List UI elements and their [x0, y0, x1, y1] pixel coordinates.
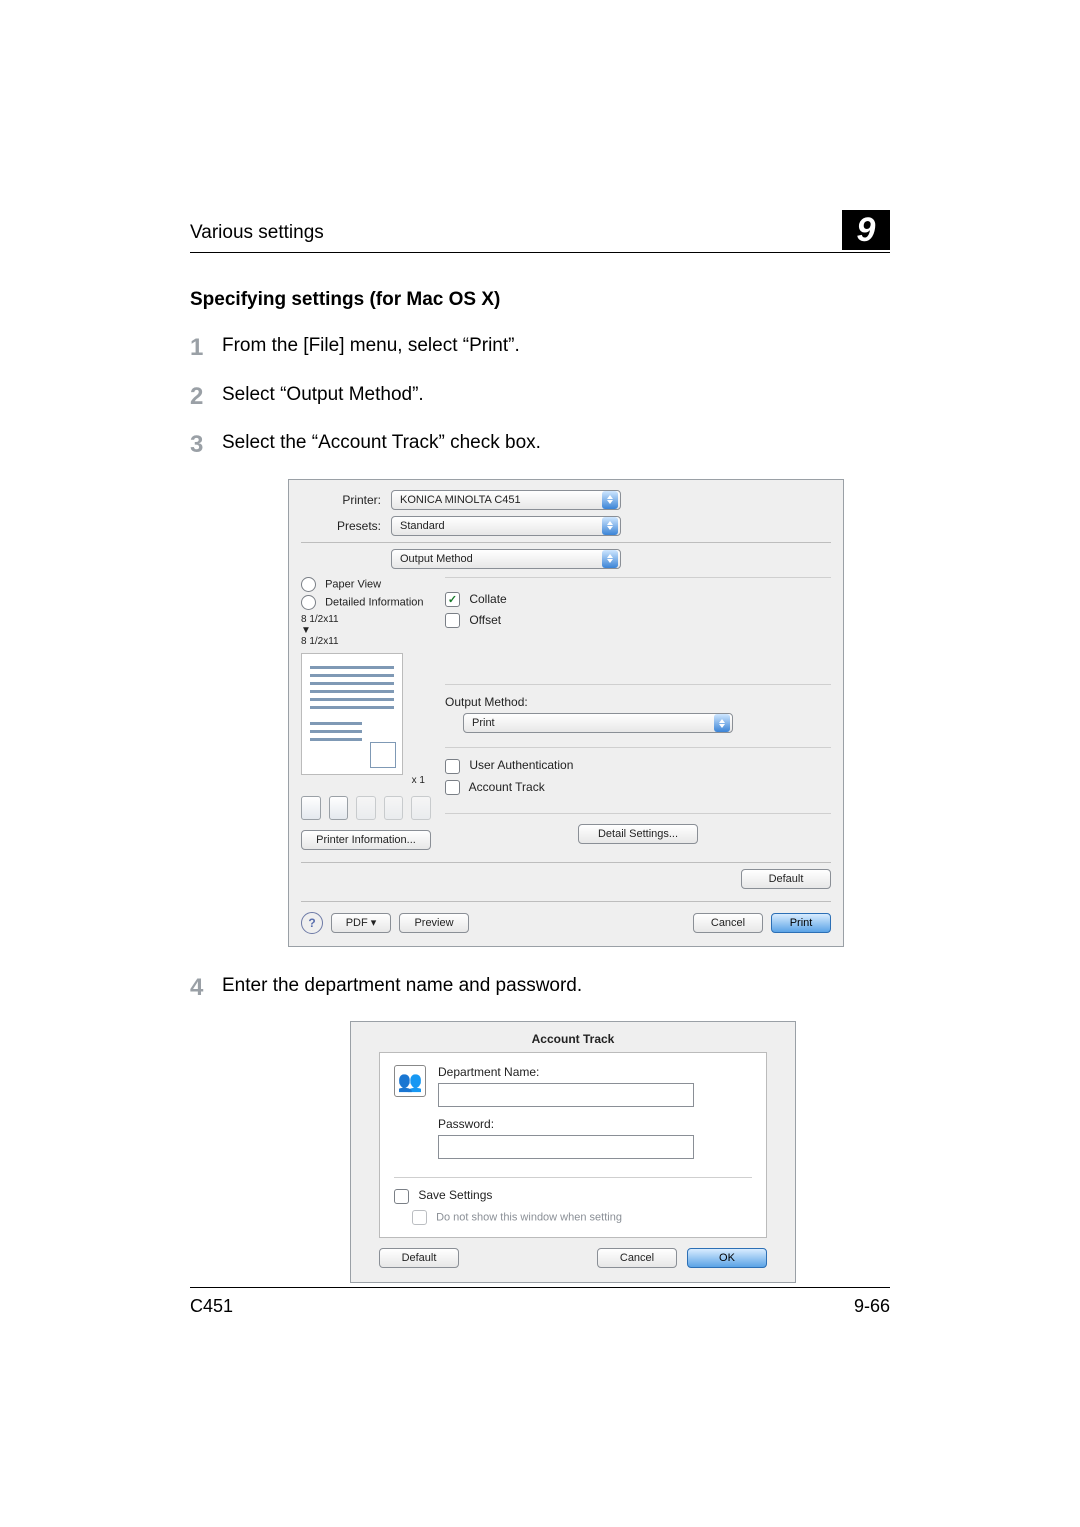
cancel-button[interactable]: Cancel: [597, 1248, 677, 1268]
copies-count: x 1: [301, 775, 431, 786]
chevron-updown-icon: [602, 550, 618, 568]
paper-dim: 8 1/2x11: [301, 614, 431, 625]
user-authentication-label: User Authentication: [469, 758, 573, 772]
default-button[interactable]: Default: [741, 869, 831, 889]
output-icon: [384, 796, 404, 820]
step-item: Select “Output Method”.: [190, 382, 890, 409]
chevron-updown-icon: [714, 714, 730, 732]
pdf-menu-button[interactable]: PDF ▾: [331, 913, 391, 933]
print-button[interactable]: Print: [771, 913, 831, 933]
pane-value: Output Method: [400, 553, 473, 565]
step-item: From the [File] menu, select “Print”.: [190, 333, 890, 360]
output-icon[interactable]: [301, 796, 321, 820]
section-header: Various settings 9: [190, 210, 890, 253]
output-method-dropdown[interactable]: Print: [463, 713, 733, 733]
ok-button[interactable]: OK: [687, 1248, 767, 1268]
step-item: Select the “Account Track” check box.: [190, 430, 890, 457]
collate-checkbox[interactable]: [445, 592, 460, 607]
presets-dropdown[interactable]: Standard: [391, 516, 621, 536]
output-icon: [356, 796, 376, 820]
presets-label: Presets:: [301, 519, 381, 533]
divider: [301, 862, 831, 863]
subsection-heading: Specifying settings (for Mac OS X): [190, 289, 890, 311]
page-number: 9-66: [854, 1296, 890, 1317]
step-item: Enter the department name and password.: [190, 973, 890, 1000]
chapter-badge: 9: [842, 210, 890, 250]
cancel-button[interactable]: Cancel: [693, 913, 763, 933]
output-method-label: Output Method:: [445, 695, 831, 709]
pane-dropdown[interactable]: Output Method: [391, 549, 621, 569]
radio-paper-view-label: Paper View: [325, 578, 381, 590]
section-title: Various settings: [190, 222, 842, 250]
account-track-checkbox[interactable]: [445, 780, 460, 795]
page-thumbnail: [301, 653, 403, 775]
chevron-updown-icon: [602, 491, 618, 509]
paper-dim: 8 1/2x11: [301, 636, 431, 647]
offset-label: Offset: [469, 613, 501, 627]
save-settings-label: Save Settings: [418, 1188, 492, 1202]
output-icon[interactable]: [329, 796, 349, 820]
divider: [301, 542, 831, 543]
output-method-value: Print: [472, 717, 495, 729]
preview-sidebar: Paper View Detailed Information 8 1/2x11…: [301, 577, 431, 850]
printer-dropdown[interactable]: KONICA MINOLTA C451: [391, 490, 621, 510]
dialog-title: Account Track: [363, 1032, 783, 1046]
model-code: C451: [190, 1296, 233, 1317]
chevron-updown-icon: [602, 517, 618, 535]
detail-settings-button[interactable]: Detail Settings...: [578, 824, 698, 844]
divider: [301, 901, 831, 902]
user-authentication-checkbox[interactable]: [445, 759, 460, 774]
account-track-label: Account Track: [469, 780, 545, 794]
preview-button[interactable]: Preview: [399, 913, 469, 933]
page-footer: C451 9-66: [190, 1287, 890, 1317]
users-icon: 👥: [394, 1065, 426, 1097]
printer-value: KONICA MINOLTA C451: [400, 494, 521, 506]
step-list: Enter the department name and password.: [190, 973, 890, 1000]
presets-value: Standard: [400, 520, 445, 532]
help-icon[interactable]: ?: [301, 912, 323, 934]
radio-detailed[interactable]: [301, 595, 316, 610]
step-list: From the [File] menu, select “Print”. Se…: [190, 333, 890, 457]
screenshot-account-track: Account Track 👥 Department Name: Passwor…: [350, 1021, 796, 1282]
default-button[interactable]: Default: [379, 1248, 459, 1268]
dont-show-checkbox: [412, 1210, 427, 1225]
collate-label: Collate: [469, 592, 506, 606]
save-settings-checkbox[interactable]: [394, 1189, 409, 1204]
printer-label: Printer:: [301, 493, 381, 507]
radio-paper-view[interactable]: [301, 577, 316, 592]
printer-information-button[interactable]: Printer Information...: [301, 830, 431, 850]
output-icon: [411, 796, 431, 820]
screenshot-print-dialog: Printer: KONICA MINOLTA C451 Presets: St…: [288, 479, 844, 947]
radio-detailed-label: Detailed Information: [325, 596, 423, 608]
department-name-label: Department Name:: [438, 1065, 694, 1079]
dont-show-label: Do not show this window when setting: [436, 1211, 622, 1223]
password-field[interactable]: [438, 1135, 694, 1159]
department-name-field[interactable]: [438, 1083, 694, 1107]
offset-checkbox[interactable]: [445, 613, 460, 628]
password-label: Password:: [438, 1117, 694, 1131]
